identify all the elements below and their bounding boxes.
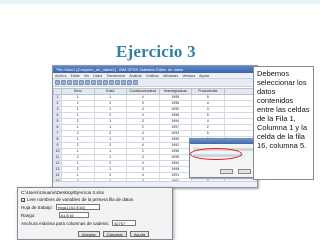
insert-variable-icon[interactable] (115, 80, 120, 85)
max-width-row: Anchura máxima para columnas de cadena: … (21, 220, 137, 226)
spss-menu-item[interactable]: Ventana (182, 73, 195, 78)
range-row: Rango: A1:E16 (21, 212, 89, 218)
sheet-row: Hoja de trabajo: Hoja1 [A1:E16] (21, 204, 100, 210)
column-header[interactable]: Yeardegraduac (158, 88, 192, 95)
column-header[interactable]: Condicionesdeca (126, 88, 160, 95)
save-icon[interactable] (61, 80, 66, 85)
spss-window-title: *Sin título1 [Conjunto_de_datos0] - IBM … (53, 66, 257, 73)
recall-dialog-icon[interactable] (73, 80, 78, 85)
spss-toolbar (53, 79, 257, 87)
open-data-dialog-titlebar (190, 139, 262, 144)
select-cases-icon[interactable] (133, 80, 138, 85)
range-label: Rango: (21, 212, 36, 218)
max-width-input[interactable]: 32767 (112, 220, 137, 226)
read-variable-names-label: Leer nombres de variables de la primera … (27, 197, 134, 202)
insert-cases-icon[interactable] (109, 80, 114, 85)
read-variable-names-option[interactable]: ✓ Leer nombres de variables de la primer… (21, 197, 133, 202)
instruction-callout: Debemos seleccionar los datos contenidos… (253, 66, 314, 180)
variables-icon[interactable] (97, 80, 102, 85)
file-path: C:\Users\Usuario\Desktop\Ejercicio 3.xls… (21, 190, 105, 195)
spss-menu-item[interactable]: Gráficos (146, 73, 159, 78)
sheet-select[interactable]: Hoja1 [A1:E16] (55, 204, 100, 210)
spss-menu-item[interactable]: Datos (93, 73, 102, 78)
spss-menu-item[interactable]: Ayuda (199, 73, 209, 78)
slide-title: Ejercicio 3 (116, 42, 196, 61)
print-icon[interactable] (67, 80, 72, 85)
read-variable-names-checkbox[interactable]: ✓ (21, 197, 25, 202)
dialog-buttons: Aceptar Cancelar Ayuda (78, 231, 150, 237)
goto-case-icon[interactable] (91, 80, 96, 85)
spss-menu-item[interactable]: Analizar (129, 73, 142, 78)
spss-menu-item[interactable]: Transformar (106, 73, 125, 78)
read-excel-dialog: C:\Users\Usuario\Desktop\Ejercicio 3.xls… (17, 187, 173, 240)
sheet-label: Hoja de trabajo: (21, 204, 53, 210)
range-input[interactable]: A1:E16 (58, 212, 89, 218)
weight-cases-icon[interactable] (127, 80, 132, 85)
open-icon[interactable] (55, 80, 60, 85)
annotation-ellipse-mini-dialog (190, 148, 242, 160)
spss-menu-item[interactable]: Editar (71, 73, 80, 78)
open-button[interactable] (220, 169, 233, 174)
undo-icon[interactable] (79, 80, 84, 85)
slide-top-band (0, 0, 320, 4)
accept-button[interactable]: Aceptar (78, 231, 100, 237)
cancel-button[interactable]: Cancelar (102, 231, 127, 237)
find-icon[interactable] (103, 80, 108, 85)
spss-menu-item[interactable]: Ver (84, 73, 89, 78)
cancel-button[interactable] (238, 169, 251, 174)
max-width-label: Anchura máxima para columnas de cadena: (21, 220, 110, 226)
redo-icon[interactable] (85, 80, 90, 85)
help-button[interactable]: Ayuda (129, 231, 150, 237)
spss-menu-item[interactable]: Archivo (55, 73, 67, 78)
split-file-icon[interactable] (121, 80, 126, 85)
spss-menu-item[interactable]: Utilidades (163, 73, 178, 78)
